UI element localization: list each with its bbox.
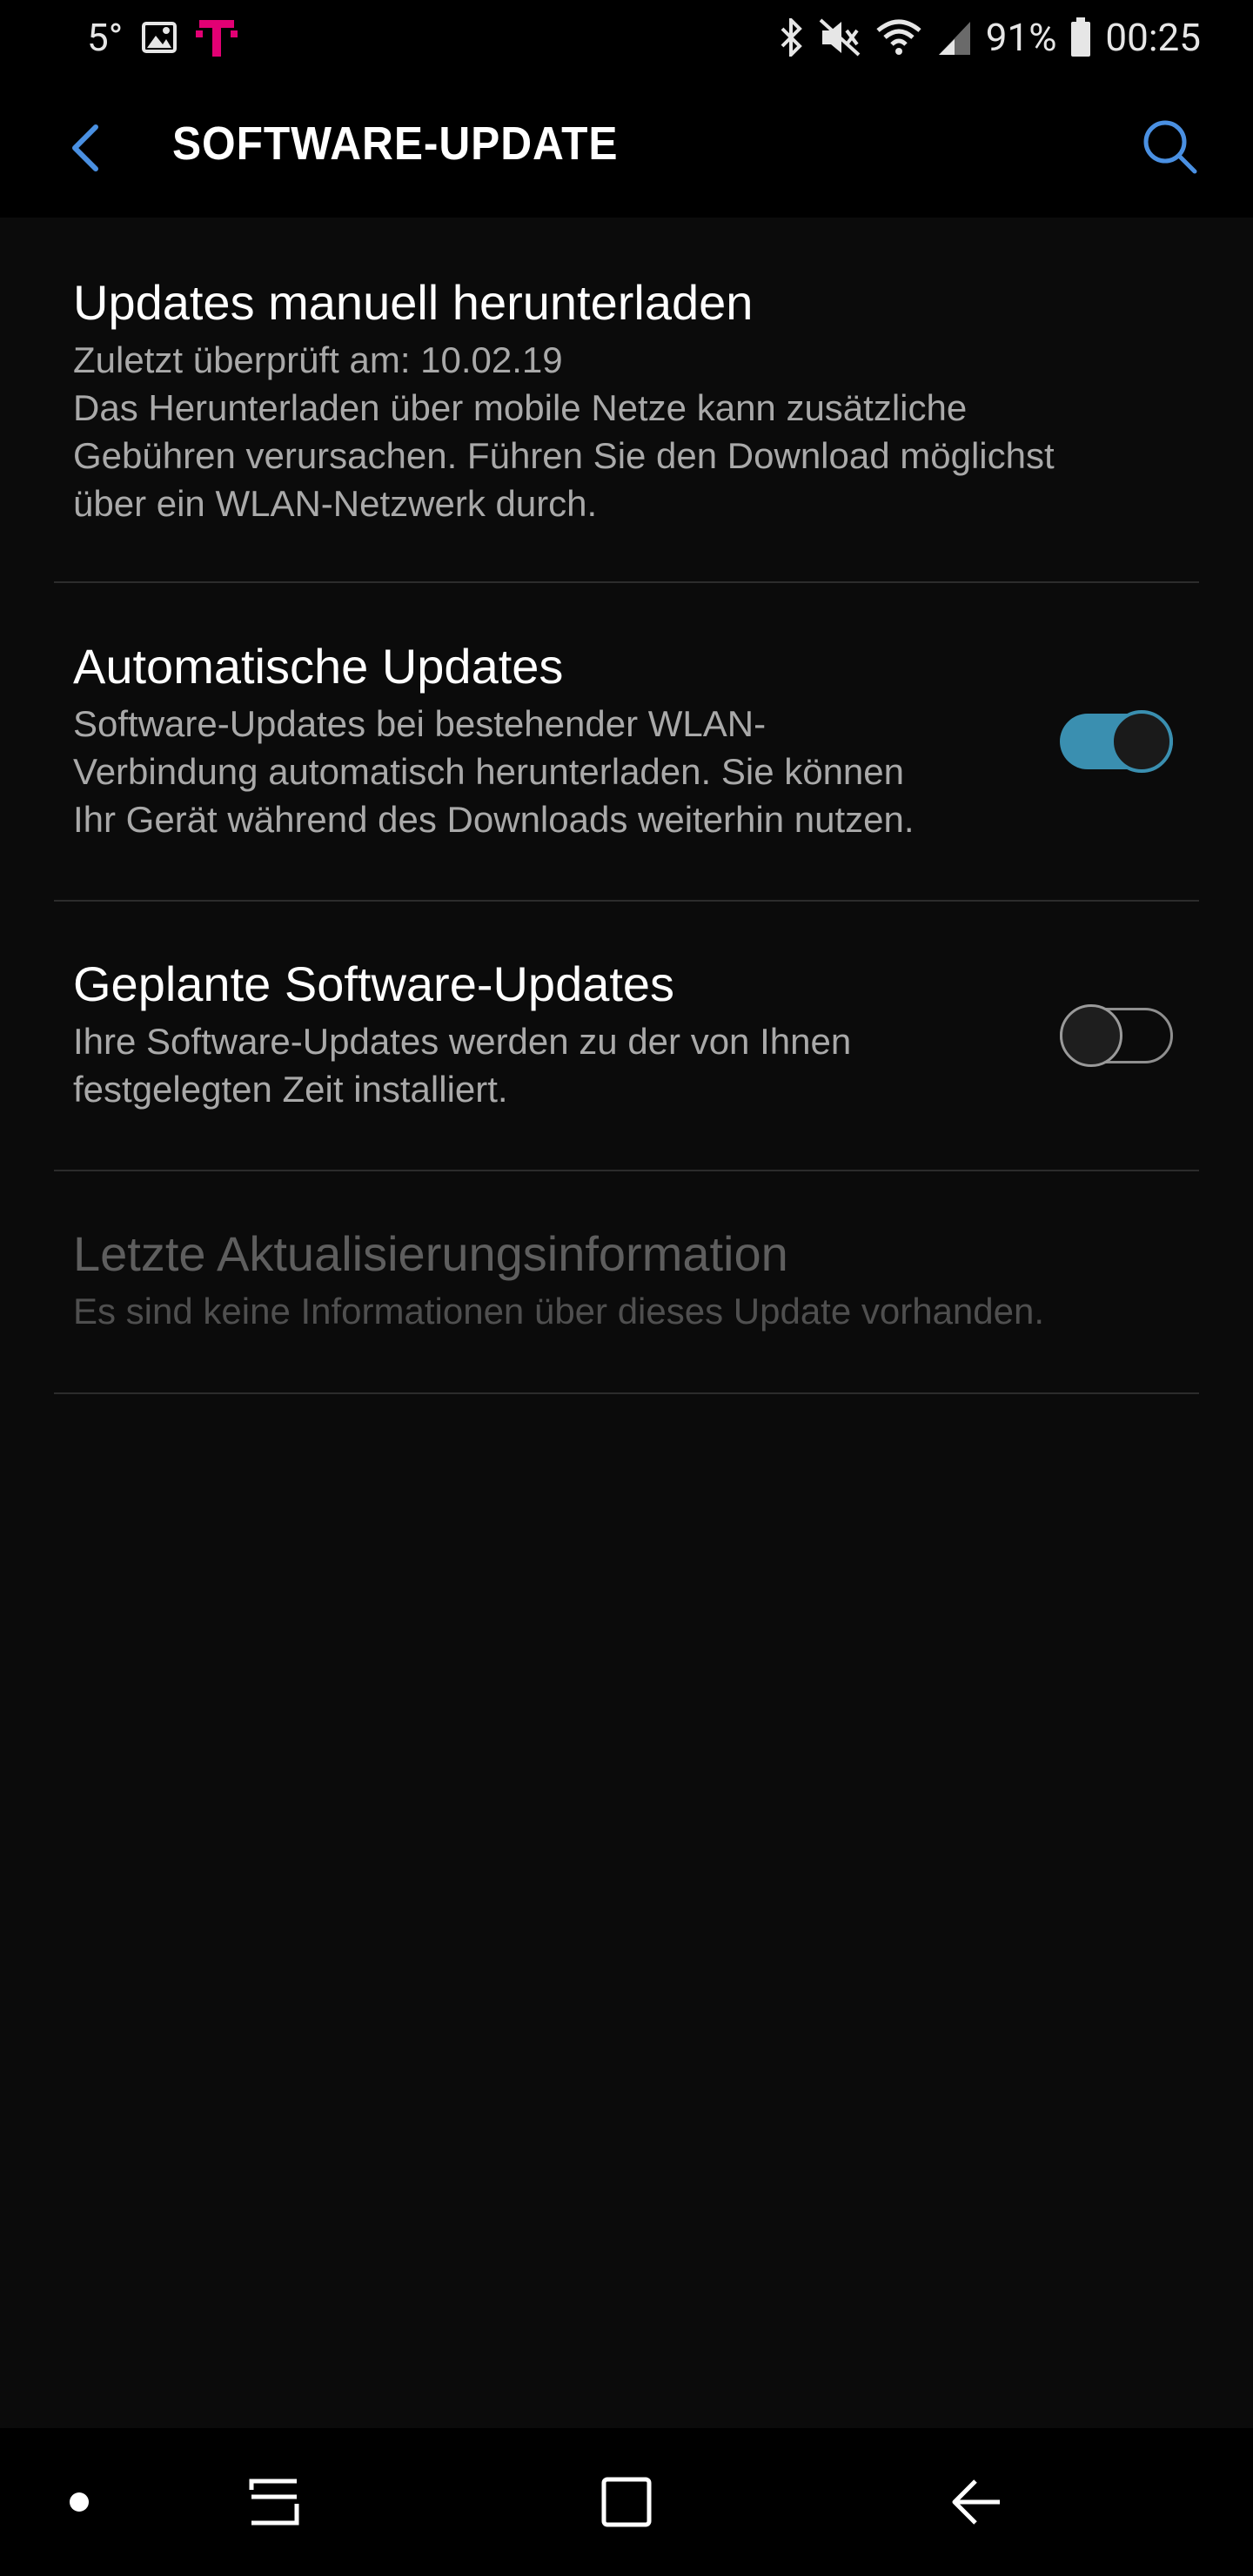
toggle-thumb: [1110, 710, 1173, 773]
settings-list: Updates manuell herunterladen Zuletzt üb…: [0, 218, 1253, 2428]
wifi-icon: [874, 18, 923, 57]
navigation-bar: [0, 2428, 1253, 2576]
divider: [54, 581, 1199, 583]
status-left: 5°: [87, 15, 238, 60]
toggle-thumb: [1060, 1004, 1122, 1067]
item-subtitle-line: festgelegten Zeit installiert.: [73, 1069, 508, 1110]
home-button[interactable]: [587, 2463, 666, 2541]
clock: 00:25: [1105, 15, 1201, 60]
list-item-scheduled-updates[interactable]: Geplante Software-Updates Ihre Software-…: [54, 951, 1199, 1113]
item-subtitle-line: Gebühren verursachen. Führen Sie den Dow…: [73, 435, 1055, 476]
list-item-manual-download[interactable]: Updates manuell herunterladen Zuletzt üb…: [54, 270, 1199, 527]
battery-icon: [1070, 17, 1091, 57]
list-item-last-update-info: Letzte Aktualisierungsinformation Es sin…: [54, 1221, 1199, 1335]
bluetooth-icon: [779, 18, 805, 57]
status-right: 91% 00:25: [779, 15, 1201, 60]
gallery-icon: [142, 22, 178, 53]
recent-apps-icon: [249, 2479, 299, 2526]
divider: [54, 900, 1199, 902]
list-item-auto-updates[interactable]: Automatische Updates Software-Updates be…: [54, 634, 1199, 843]
item-title: Updates manuell herunterladen: [73, 275, 754, 330]
item-subtitle-line: Zuletzt überprüft am: 10.02.19: [73, 339, 563, 380]
auto-updates-toggle[interactable]: [1060, 710, 1173, 773]
item-title: Automatische Updates: [73, 639, 564, 694]
back-nav-icon: [952, 2479, 1000, 2525]
app-bar: SOFTWARE-UPDATE: [0, 75, 1253, 218]
signal-icon: [937, 18, 972, 57]
temperature: 5°: [87, 15, 124, 60]
search-button[interactable]: [1133, 110, 1206, 183]
dot-icon: [70, 2492, 89, 2512]
item-subtitle-line: Ihr Gerät während des Downloads weiterhi…: [73, 799, 915, 840]
status-bar: 5° 91% 00:25: [0, 0, 1253, 75]
divider: [54, 1170, 1199, 1171]
item-title: Geplante Software-Updates: [73, 956, 675, 1011]
item-subtitle-line: Es sind keine Informationen über dieses …: [73, 1291, 1045, 1332]
item-subtitle-line: Verbindung automatisch herunterladen. Si…: [73, 751, 905, 792]
item-subtitle-line: Software-Updates bei bestehender WLAN-: [73, 703, 767, 744]
item-subtitle-line: Das Herunterladen über mobile Netze kann…: [73, 387, 968, 428]
item-subtitle-line: Ihre Software-Updates werden zu der von …: [73, 1021, 852, 1062]
back-nav-button[interactable]: [938, 2463, 1016, 2541]
mute-icon: [819, 18, 861, 57]
item-title: Letzte Aktualisierungsinformation: [73, 1226, 788, 1281]
recent-apps-button[interactable]: [235, 2463, 313, 2541]
back-arrow-icon: [72, 124, 98, 171]
home-square-icon: [601, 2477, 652, 2527]
search-icon: [1143, 120, 1197, 174]
scheduled-updates-toggle[interactable]: [1060, 1004, 1173, 1067]
dock-indicator-button[interactable]: [40, 2463, 118, 2541]
telekom-icon: [196, 17, 238, 58]
divider: [54, 1392, 1199, 1394]
item-subtitle-line: über ein WLAN-Netzwerk durch.: [73, 483, 598, 524]
back-button[interactable]: [50, 113, 120, 183]
page-title: SOFTWARE-UPDATE: [172, 117, 619, 170]
battery-percent: 91%: [985, 15, 1057, 60]
